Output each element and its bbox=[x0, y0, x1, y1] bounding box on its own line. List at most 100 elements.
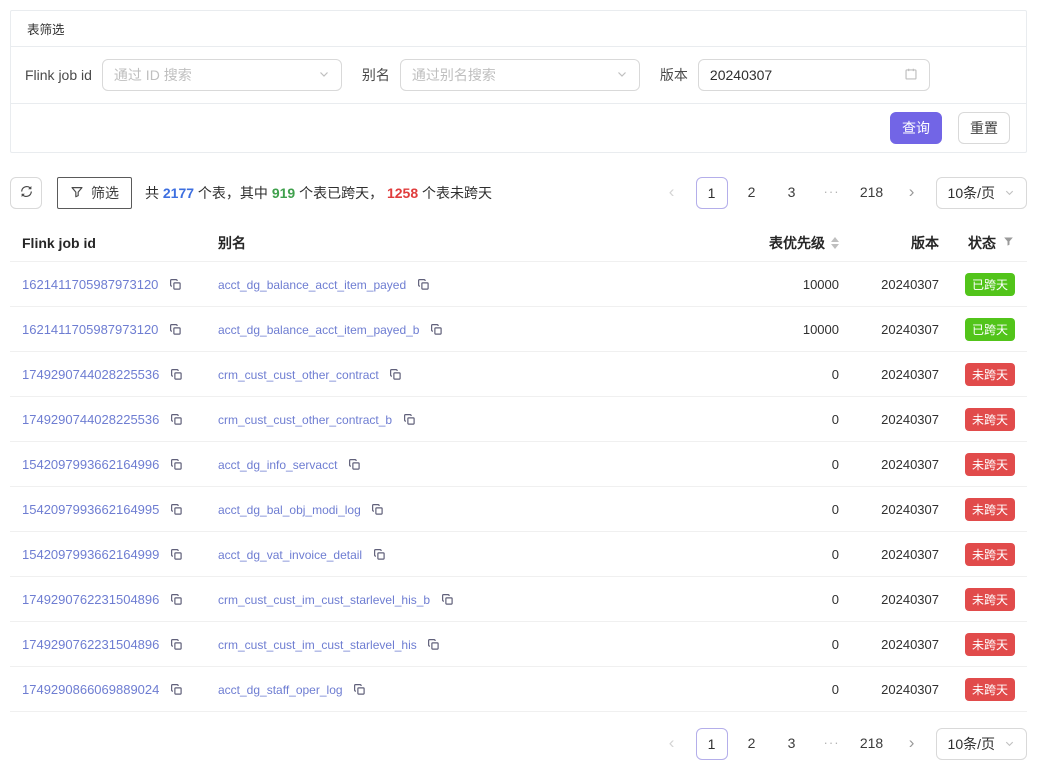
copy-icon[interactable] bbox=[417, 278, 430, 291]
copy-icon[interactable] bbox=[441, 593, 454, 606]
alias-link[interactable]: crm_cust_cust_im_cust_starlevel_his bbox=[218, 638, 417, 652]
copy-icon[interactable] bbox=[170, 593, 183, 606]
page-button-1[interactable]: 1 bbox=[696, 177, 728, 209]
filter-actions-row: 查询 重置 bbox=[11, 104, 1026, 152]
column-status[interactable]: 状态 bbox=[939, 233, 1015, 253]
copy-icon[interactable] bbox=[170, 368, 183, 381]
page-button-218[interactable]: 218 bbox=[856, 728, 888, 760]
status-badge: 未跨天 bbox=[965, 408, 1015, 431]
priority-cell: 0 bbox=[679, 502, 839, 517]
status-badge: 未跨天 bbox=[965, 678, 1015, 701]
copy-icon[interactable] bbox=[371, 503, 384, 516]
page-button-2[interactable]: 2 bbox=[736, 728, 768, 760]
copy-icon[interactable] bbox=[170, 548, 183, 561]
flink-job-id-link[interactable]: 1749290762231504896 bbox=[22, 592, 159, 607]
alias-link[interactable]: acct_dg_info_servacct bbox=[218, 458, 337, 472]
alias-cell: crm_cust_cust_im_cust_starlevel_his_b bbox=[218, 591, 679, 607]
version-cell: 20240307 bbox=[839, 547, 939, 562]
query-button[interactable]: 查询 bbox=[890, 112, 942, 144]
prev-page-button[interactable]: ‹ bbox=[656, 728, 688, 760]
flink-job-id-link[interactable]: 1749290762231504896 bbox=[22, 637, 159, 652]
version-cell: 20240307 bbox=[839, 277, 939, 292]
page-button-218[interactable]: 218 bbox=[856, 177, 888, 209]
priority-cell: 0 bbox=[679, 547, 839, 562]
column-version: 版本 bbox=[839, 233, 939, 253]
alias-link[interactable]: crm_cust_cust_other_contract bbox=[218, 368, 379, 382]
flink-job-id-link[interactable]: 1621411705987973120 bbox=[22, 322, 158, 337]
copy-icon[interactable] bbox=[427, 638, 440, 651]
copy-icon[interactable] bbox=[430, 323, 443, 336]
copy-icon[interactable] bbox=[170, 683, 183, 696]
copy-icon[interactable] bbox=[389, 368, 402, 381]
prev-page-button[interactable]: ‹ bbox=[656, 177, 688, 209]
status-cell: 未跨天 bbox=[939, 453, 1015, 476]
alias-link[interactable]: crm_cust_cust_im_cust_starlevel_his_b bbox=[218, 593, 430, 607]
alias-link[interactable]: crm_cust_cust_other_contract_b bbox=[218, 413, 392, 427]
status-cell: 已跨天 bbox=[939, 318, 1015, 341]
copy-icon[interactable] bbox=[170, 458, 183, 471]
table-row: 1542097993662164996 acct_dg_info_servacc… bbox=[10, 442, 1027, 487]
alias-placeholder: 通过别名搜索 bbox=[412, 65, 496, 85]
version-label: 版本 bbox=[660, 65, 688, 85]
copy-icon[interactable] bbox=[373, 548, 386, 561]
flink-job-id-link[interactable]: 1621411705987973120 bbox=[22, 277, 158, 292]
copy-icon[interactable] bbox=[169, 278, 182, 291]
page-button-1[interactable]: 1 bbox=[696, 728, 728, 760]
table-row: 1749290866069889024 acct_dg_staff_oper_l… bbox=[10, 667, 1027, 712]
column-priority[interactable]: 表优先级 bbox=[679, 233, 839, 253]
priority-cell: 0 bbox=[679, 412, 839, 427]
page-button-3[interactable]: 3 bbox=[776, 728, 808, 760]
alias-link[interactable]: acct_dg_staff_oper_log bbox=[218, 683, 343, 697]
reset-button[interactable]: 重置 bbox=[958, 112, 1010, 144]
page-size-select[interactable]: 10条/页 bbox=[936, 728, 1027, 760]
flink-job-id-link[interactable]: 1749290866069889024 bbox=[22, 682, 159, 697]
copy-icon[interactable] bbox=[353, 683, 366, 696]
summary-total-count: 2177 bbox=[163, 185, 194, 201]
copy-icon[interactable] bbox=[170, 638, 183, 651]
copy-icon[interactable] bbox=[170, 413, 183, 426]
flink-job-id-select[interactable]: 通过 ID 搜索 bbox=[102, 59, 342, 91]
summary-text: 共 2177 个表，其中 919 个表已跨天， 1258 个表未跨天 bbox=[145, 183, 492, 203]
alias-select[interactable]: 通过别名搜索 bbox=[400, 59, 640, 91]
alias-link[interactable]: acct_dg_balance_acct_item_payed bbox=[218, 278, 406, 292]
page-button-2[interactable]: 2 bbox=[736, 177, 768, 209]
id-cell: 1542097993662164995 bbox=[22, 501, 218, 517]
alias-cell: acct_dg_vat_invoice_detail bbox=[218, 546, 679, 562]
copy-icon[interactable] bbox=[403, 413, 416, 426]
field-flink-job-id: Flink job id 通过 ID 搜索 bbox=[25, 59, 362, 91]
column-filter-icon[interactable] bbox=[1002, 235, 1015, 251]
refresh-button[interactable] bbox=[10, 177, 42, 209]
page-button-3[interactable]: 3 bbox=[776, 177, 808, 209]
flink-job-id-link[interactable]: 1749290744028225536 bbox=[22, 412, 159, 427]
alias-link[interactable]: acct_dg_bal_obj_modi_log bbox=[218, 503, 361, 517]
alias-cell: acct_dg_balance_acct_item_payed bbox=[218, 276, 679, 292]
table-body: 1621411705987973120 acct_dg_balance_acct… bbox=[10, 262, 1027, 712]
table: Flink job id 别名 表优先级 版本 状态 1621411705987… bbox=[10, 224, 1027, 712]
chevron-down-icon bbox=[616, 67, 628, 83]
next-page-button[interactable]: › bbox=[896, 177, 928, 209]
alias-link[interactable]: acct_dg_vat_invoice_detail bbox=[218, 548, 362, 562]
filter-toggle-button[interactable]: 筛选 bbox=[57, 177, 132, 209]
pagination: ‹123···218›10条/页 bbox=[656, 177, 1027, 209]
version-date-input[interactable]: 20240307 bbox=[698, 59, 930, 91]
version-cell: 20240307 bbox=[839, 457, 939, 472]
flink-job-id-link[interactable]: 1749290744028225536 bbox=[22, 367, 159, 382]
flink-job-id-label: Flink job id bbox=[25, 67, 92, 83]
next-page-button[interactable]: › bbox=[896, 728, 928, 760]
column-alias: 别名 bbox=[218, 233, 679, 253]
flink-job-id-link[interactable]: 1542097993662164995 bbox=[22, 502, 159, 517]
copy-icon[interactable] bbox=[348, 458, 361, 471]
flink-job-id-link[interactable]: 1542097993662164999 bbox=[22, 547, 159, 562]
copy-icon[interactable] bbox=[170, 503, 183, 516]
flink-job-id-link[interactable]: 1542097993662164996 bbox=[22, 457, 159, 472]
page-size-select[interactable]: 10条/页 bbox=[936, 177, 1027, 209]
status-badge: 未跨天 bbox=[965, 363, 1015, 386]
version-cell: 20240307 bbox=[839, 367, 939, 382]
priority-cell: 0 bbox=[679, 682, 839, 697]
alias-link[interactable]: acct_dg_balance_acct_item_payed_b bbox=[218, 323, 419, 337]
refresh-icon bbox=[19, 184, 34, 202]
copy-icon[interactable] bbox=[169, 323, 182, 336]
sort-icon[interactable] bbox=[831, 237, 839, 249]
column-flink-job-id: Flink job id bbox=[22, 235, 218, 251]
alias-cell: acct_dg_balance_acct_item_payed_b bbox=[218, 321, 679, 337]
